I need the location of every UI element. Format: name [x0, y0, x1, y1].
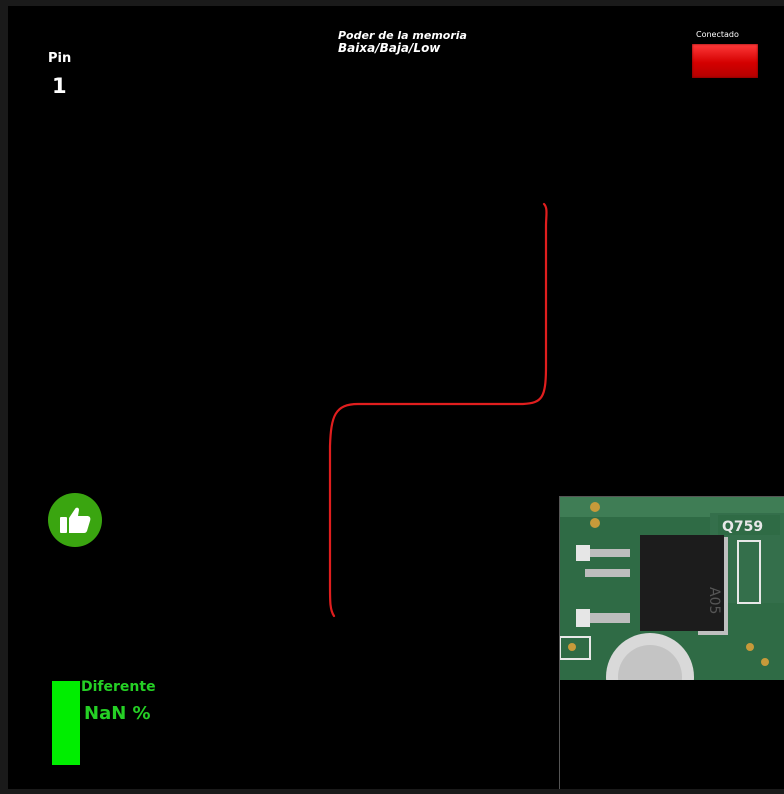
- difference-bar: [52, 681, 80, 765]
- difference-label: Diferente: [81, 679, 156, 695]
- circuit-board-image: A05 Q759: [560, 497, 784, 681]
- photo-panel-footer: [559, 680, 784, 789]
- component-photo: A05 Q759: [559, 496, 784, 682]
- main-panel: Pin 1 Poder de la memoria Baixa/Baja/Low…: [8, 6, 784, 789]
- thumbs-up-icon: [60, 507, 91, 533]
- board-silkscreen: Q759: [722, 519, 763, 535]
- chip-marking: A05: [706, 587, 722, 614]
- difference-value: NaN %: [84, 703, 151, 724]
- waveform-trace: [328, 202, 548, 618]
- approve-button[interactable]: [48, 493, 102, 547]
